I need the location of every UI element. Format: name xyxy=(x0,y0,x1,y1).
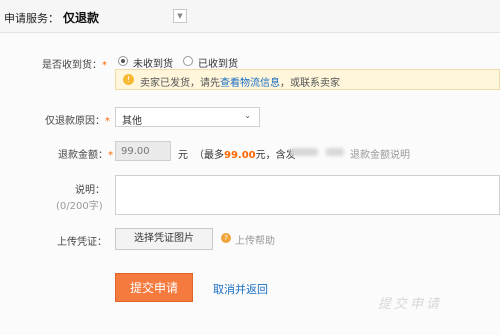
notice-text-after: ，或联系卖家 xyxy=(280,78,340,89)
service-dropdown-icon[interactable]: ▼ xyxy=(173,9,187,23)
notice-text: 卖家已发货，请先查看物流信息，或联系卖家 xyxy=(140,74,340,89)
service-label: 申请服务： xyxy=(4,12,59,25)
logistics-link[interactable]: 查看物流信息 xyxy=(220,78,280,89)
choose-image-button[interactable]: 选择凭证图片 xyxy=(115,228,213,250)
radio-not-received[interactable] xyxy=(118,56,128,66)
top-bar: 申请服务： 仅退款 ▼ xyxy=(0,0,500,33)
help-icon[interactable]: ? xyxy=(221,233,231,243)
service-value: 仅退款 xyxy=(63,11,100,25)
notice-text-before: 卖家已发货，请先 xyxy=(140,78,220,89)
reason-selected-value: 其他 xyxy=(122,116,142,127)
lightbulb-icon: ! xyxy=(123,74,134,85)
amount-label: 退款金额：* xyxy=(58,146,113,161)
upload-label: 上传凭证： xyxy=(57,237,107,248)
required-mark: * xyxy=(108,150,113,161)
reason-label: 仅退款原因：* xyxy=(45,112,110,127)
radio-not-received-label[interactable]: 未收到货 xyxy=(133,55,173,70)
max-value: 99.00 xyxy=(224,150,256,161)
shipping-notice: ! 卖家已发货，请先查看物流信息，或联系卖家 xyxy=(115,69,500,90)
redacted-text xyxy=(290,148,318,156)
watermark: 提交申请 xyxy=(378,297,443,312)
amount-label-text: 退款金额： xyxy=(58,150,108,161)
amount-unit: 元 xyxy=(178,150,188,161)
max-prefix: （最多 xyxy=(194,150,224,161)
description-textarea[interactable] xyxy=(115,175,500,215)
reason-select[interactable]: 其他 ⌄ xyxy=(115,107,260,127)
required-mark: * xyxy=(102,60,107,71)
amount-max-note: （最多99.00元，含发 xyxy=(194,146,296,161)
received-label-text: 是否收到货： xyxy=(42,60,102,71)
redacted-text xyxy=(326,148,344,156)
radio-received[interactable] xyxy=(183,56,193,66)
reason-label-text: 仅退款原因： xyxy=(45,116,105,127)
received-label: 是否收到货：* xyxy=(42,56,107,71)
submit-button[interactable]: 提交申请 xyxy=(115,273,193,302)
required-mark: * xyxy=(105,116,110,127)
cancel-link[interactable]: 取消并返回 xyxy=(213,281,268,297)
description-label: 说明： xyxy=(75,185,105,196)
radio-received-label[interactable]: 已收到货 xyxy=(198,55,238,70)
chevron-down-icon: ⌄ xyxy=(244,111,251,120)
amount-input[interactable]: 99.00 xyxy=(115,141,171,161)
upload-help-link[interactable]: 上传帮助 xyxy=(235,232,275,247)
amount-explain-link[interactable]: 退款金额说明 xyxy=(350,146,410,161)
description-counter: (0/200字) xyxy=(56,201,103,212)
